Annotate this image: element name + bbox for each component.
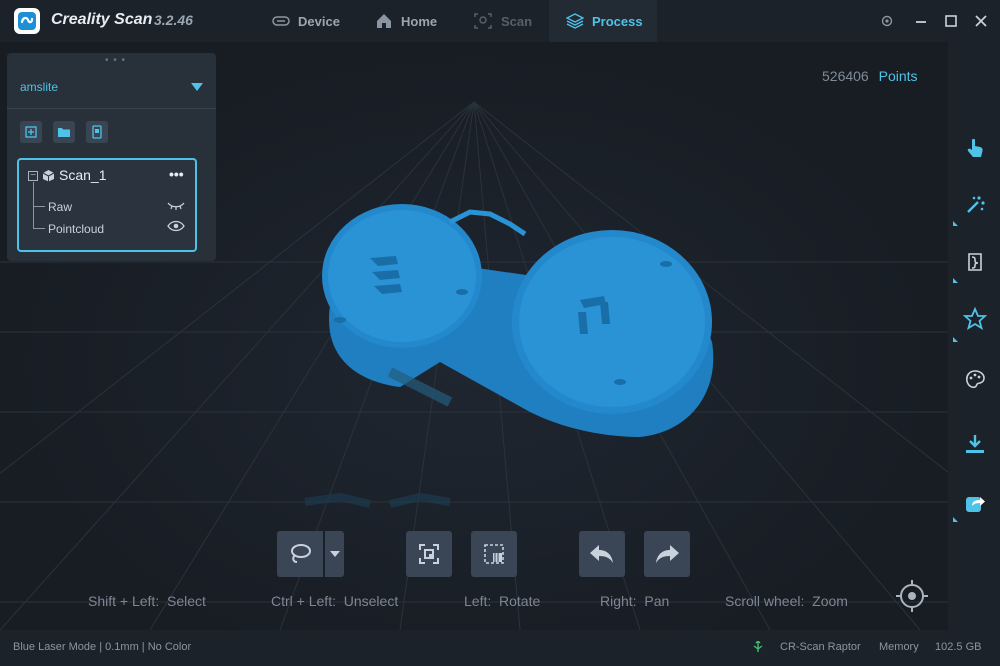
lasso-select-button[interactable] <box>277 531 323 577</box>
texture-button[interactable] <box>958 363 992 397</box>
model-button[interactable] <box>958 302 992 336</box>
tab-scan[interactable]: Scan <box>473 0 532 42</box>
tree-connector <box>33 228 45 229</box>
export-download-icon <box>966 435 984 453</box>
settings-icon <box>881 15 893 27</box>
lasso-select-icon <box>291 544 311 563</box>
tab-home-label: Home <box>401 13 438 29</box>
tab-device-label: Device <box>298 13 340 29</box>
invert-select-button[interactable] <box>406 531 452 577</box>
chevron-down-icon <box>329 551 340 557</box>
touch-select-button[interactable] <box>958 131 992 165</box>
title-bar: Creality Scan 3.2.46 Device Home Scan Pr… <box>0 0 1000 42</box>
project-name: amslite <box>20 80 59 94</box>
crosshair-target-icon <box>896 580 928 612</box>
scan-mode-status: Blue Laser Mode | 0.1mm | No Color <box>13 641 192 653</box>
undo-button[interactable] <box>579 531 625 577</box>
magic-wand-button[interactable] <box>958 188 992 222</box>
texture-palette-icon <box>966 370 985 389</box>
points-counter: 526406 Points <box>822 68 918 84</box>
submenu-indicator <box>953 221 958 226</box>
tab-device[interactable]: Device <box>272 0 340 42</box>
app-version: 3.2.46 <box>154 12 193 28</box>
cube-icon <box>42 170 55 182</box>
share-button[interactable] <box>958 486 992 520</box>
memory-label: Memory <box>879 641 919 653</box>
tab-process-label: Process <box>592 13 643 29</box>
reset-view-button[interactable] <box>893 577 931 615</box>
minimize-button[interactable] <box>910 10 932 32</box>
point-cloud-model[interactable] <box>304 204 714 508</box>
maximize-icon <box>945 15 957 27</box>
share-icon <box>966 497 985 512</box>
device-name: CR-Scan Raptor <box>780 641 861 653</box>
scan-icon <box>474 13 492 29</box>
tree-connector <box>33 182 34 228</box>
close-button[interactable] <box>970 10 992 32</box>
tree-item-raw[interactable]: Raw <box>48 200 72 214</box>
submenu-indicator <box>953 337 958 342</box>
export-button[interactable] <box>958 427 992 461</box>
collapse-toggle[interactable]: − <box>28 171 38 181</box>
document-icon <box>92 125 102 139</box>
tree-item-pointcloud[interactable]: Pointcloud <box>48 222 104 236</box>
delete-selection-button[interactable] <box>471 531 517 577</box>
eye-hidden-icon[interactable] <box>167 200 185 210</box>
project-select[interactable]: amslite <box>7 63 216 107</box>
more-options-button[interactable]: ••• <box>169 166 184 182</box>
hint-zoom: Scroll wheel: Zoom <box>725 593 848 609</box>
tab-home[interactable]: Home <box>375 0 437 42</box>
scan-tree: − Scan_1 ••• Raw Pointcloud <box>17 158 197 252</box>
delete-selection-icon <box>484 544 504 564</box>
selection-mode-dropdown[interactable] <box>325 531 344 577</box>
tab-process[interactable]: Process <box>549 0 657 42</box>
mesh-icon <box>968 253 982 271</box>
invert-select-icon <box>419 544 439 564</box>
open-folder-button[interactable] <box>53 121 75 143</box>
hint-pan: Right: Pan <box>600 593 670 609</box>
mesh-button[interactable] <box>958 245 992 279</box>
settings-button[interactable] <box>876 10 898 32</box>
tree-connector <box>33 206 45 207</box>
redo-icon <box>656 545 679 563</box>
submenu-indicator <box>953 278 958 283</box>
home-icon <box>377 14 391 28</box>
submenu-indicator <box>953 517 958 522</box>
layers-icon <box>566 13 584 29</box>
scan-item-label[interactable]: Scan_1 <box>59 167 106 183</box>
points-value: 526406 <box>822 68 869 84</box>
app-name: Creality Scan <box>51 11 153 28</box>
hint-rotate: Left: Rotate <box>464 593 541 609</box>
open-folder-icon <box>58 128 70 137</box>
panel-divider <box>7 108 216 109</box>
eye-visible-icon[interactable] <box>167 220 185 232</box>
tab-scan-label: Scan <box>501 13 533 29</box>
memory-value: 102.5 GB <box>935 641 982 653</box>
points-unit: Points <box>878 68 918 84</box>
touch-select-icon <box>967 138 983 157</box>
star-model-icon <box>963 307 987 330</box>
maximize-button[interactable] <box>940 10 962 32</box>
add-file-button[interactable] <box>20 121 42 143</box>
minimize-icon <box>916 21 926 23</box>
chevron-down-icon <box>191 83 203 91</box>
app-logo-icon <box>14 8 40 34</box>
document-button[interactable] <box>86 121 108 143</box>
close-icon <box>975 15 987 27</box>
add-file-icon <box>25 126 37 138</box>
undo-icon <box>590 545 613 563</box>
magic-wand-icon <box>967 196 985 213</box>
usb-connection-icon <box>752 640 764 656</box>
scene-panel: • • • amslite − Scan_1 ••• Raw Pointclou… <box>7 53 216 261</box>
hint-select: Shift + Left: Select <box>88 593 206 609</box>
hint-unselect: Ctrl + Left: Unselect <box>271 593 399 609</box>
redo-button[interactable] <box>644 531 690 577</box>
device-icon <box>272 16 290 26</box>
status-bar: Blue Laser Mode | 0.1mm | No Color CR-Sc… <box>0 630 1000 666</box>
